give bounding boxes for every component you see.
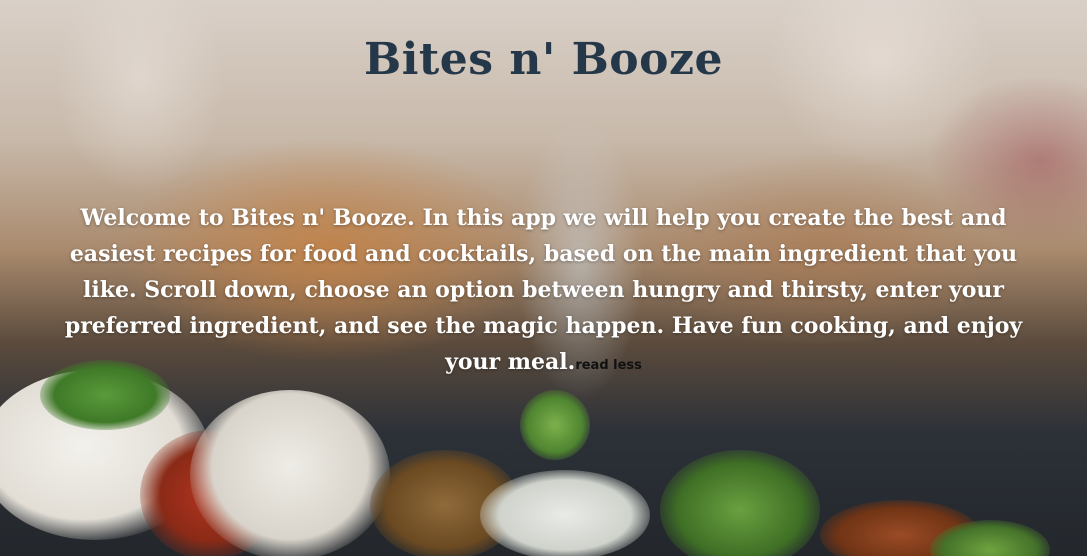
page-title: Bites n' Booze [364, 34, 723, 85]
food-mozzarella-shape [190, 390, 390, 556]
food-cheese-shape [480, 470, 650, 556]
food-herb-shape [660, 450, 820, 556]
food-herb-shape [520, 390, 590, 460]
intro-paragraph: Welcome to Bites n' Booze. In this app w… [60, 200, 1027, 384]
intro-text: Welcome to Bites n' Booze. In this app w… [64, 205, 1023, 375]
read-less-link[interactable]: read less [575, 358, 642, 373]
